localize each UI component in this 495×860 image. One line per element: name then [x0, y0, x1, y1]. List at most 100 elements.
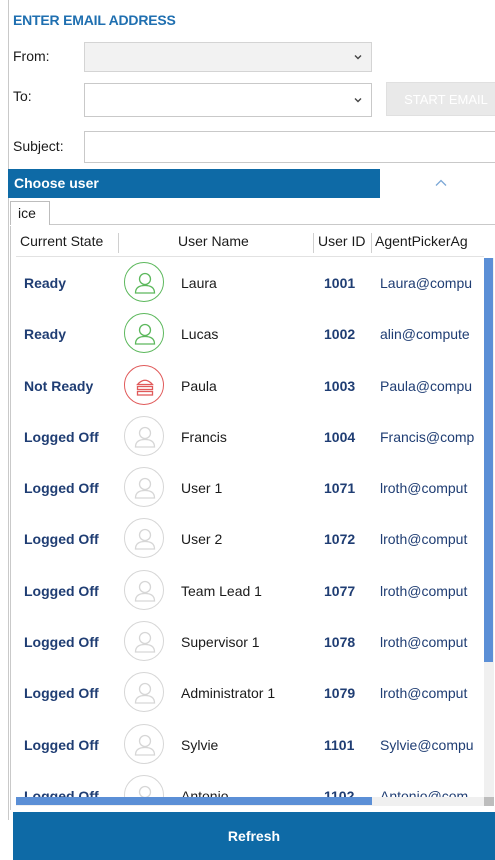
cell-user-id: 1072: [324, 531, 356, 548]
to-label: To:: [13, 88, 32, 104]
from-label: From:: [13, 48, 50, 64]
cell-user-name: Team Lead 1: [181, 582, 262, 599]
cell-current-state: Ready: [24, 326, 67, 343]
user-icon: [134, 272, 156, 294]
user-icon: [134, 631, 156, 653]
table-row[interactable]: Logged Off User 2 1072 lroth@comput: [16, 514, 484, 565]
avatar: [124, 415, 164, 456]
header-divider: [16, 256, 484, 257]
column-separator[interactable]: [371, 233, 372, 253]
cell-current-state: Logged Off: [24, 685, 99, 702]
cell-user-name: User 1: [181, 480, 223, 497]
horizontal-scroll-thumb[interactable]: [16, 797, 372, 805]
to-select[interactable]: [84, 83, 372, 117]
table-row[interactable]: Logged Off Team Lead 1 1077 lroth@comput: [16, 566, 484, 617]
tab-divider: [50, 224, 495, 225]
table-row[interactable]: Logged Off User 1 1071 lroth@comput: [16, 463, 484, 514]
vertical-scroll-thumb[interactable]: [484, 258, 493, 662]
cell-current-state: Logged Off: [24, 634, 99, 651]
user-icon: [134, 580, 156, 602]
cell-agent-email: alin@compute: [380, 326, 470, 343]
cell-user-name: Supervisor 1: [181, 634, 260, 651]
cell-user-name: Laura: [181, 275, 217, 291]
cell-agent-email: Laura@compu: [380, 275, 473, 291]
cell-current-state: Not Ready: [24, 377, 94, 394]
table-row[interactable]: Logged Off Antonio 1102 Antonio@com: [16, 771, 484, 798]
cell-user-id: 1004: [324, 428, 356, 445]
grid-body: Ready Laura 1001 Laura@compu Ready Lucas 1002 a…: [16, 258, 484, 798]
start-email-button[interactable]: START EMAIL: [386, 82, 495, 116]
cell-user-name: User 2: [181, 531, 223, 548]
table-row[interactable]: Ready Lucas 1002 alin@compute: [16, 309, 484, 360]
cell-agent-email: Paula@compu: [380, 377, 473, 394]
panel-left-border: [8, 0, 9, 820]
table-row[interactable]: Logged Off Francis 1004 Francis@comp: [16, 412, 484, 463]
cell-current-state: Logged Off: [24, 582, 99, 599]
user-icon: [134, 734, 156, 756]
cell-current-state: Logged Off: [24, 428, 99, 445]
column-separator[interactable]: [118, 233, 119, 253]
chevron-down-icon: [354, 98, 362, 103]
cell-user-id: 1071: [324, 480, 356, 497]
subject-label: Subject:: [13, 138, 64, 154]
user-icon: [134, 683, 156, 705]
chevron-up-icon[interactable]: [434, 178, 448, 187]
cell-agent-email: lroth@comput: [380, 582, 468, 599]
cell-agent-email: Sylvie@compu: [380, 736, 474, 753]
table-row[interactable]: Logged Off Administrator 1 1079 lroth@compu…: [16, 668, 484, 719]
cell-agent-email: lroth@comput: [380, 480, 468, 497]
avatar: [124, 774, 164, 798]
page-title: ENTER EMAIL ADDRESS: [13, 12, 176, 28]
cell-current-state: Logged Off: [24, 480, 99, 497]
scroll-corner: [484, 797, 494, 806]
avatar: [124, 313, 164, 354]
avatar: [124, 569, 164, 610]
cell-user-id: 1001: [324, 275, 356, 291]
cell-current-state: Logged Off: [24, 531, 99, 548]
cell-user-id: 1002: [324, 326, 356, 343]
from-select[interactable]: [84, 42, 372, 72]
table-row[interactable]: Ready Laura 1001 Laura@compu: [16, 258, 484, 309]
table-row[interactable]: Not Ready Paula 1003 Paula@compu: [16, 361, 484, 412]
subject-input[interactable]: [84, 131, 495, 163]
user-icon: [134, 478, 156, 499]
column-header-agentpicker[interactable]: AgentPickerAg: [375, 233, 485, 249]
user-icon: [138, 785, 152, 798]
cell-agent-email: lroth@comput: [380, 634, 468, 651]
user-icon: [134, 529, 156, 551]
cell-user-id: 1003: [324, 377, 356, 394]
avatar: [124, 723, 164, 764]
user-icon: [134, 426, 156, 448]
avatar: [124, 262, 164, 302]
cell-agent-email: lroth@comput: [380, 531, 468, 548]
cell-agent-email: lroth@comput: [380, 685, 468, 702]
cell-user-name: Francis: [181, 428, 227, 445]
column-header-id[interactable]: User ID: [318, 233, 365, 249]
column-header-state[interactable]: Current State: [20, 233, 103, 249]
coffee-icon: [136, 379, 154, 396]
avatar: [124, 518, 164, 559]
avatar: [124, 364, 164, 405]
cell-user-id: 1077: [324, 582, 356, 599]
user-icon: [134, 324, 156, 345]
table-row[interactable]: Logged Off Supervisor 1 1078 lroth@comput: [16, 617, 484, 668]
column-header-name[interactable]: User Name: [178, 233, 249, 249]
avatar: [124, 621, 164, 662]
refresh-button[interactable]: Refresh: [13, 812, 495, 860]
tab-ice[interactable]: ice: [10, 201, 50, 225]
cell-user-name: Paula: [181, 377, 217, 394]
table-row[interactable]: Logged Off Sylvie 1101 Sylvie@compu: [16, 720, 484, 771]
cell-user-id: 1101: [324, 736, 355, 753]
column-separator[interactable]: [313, 233, 314, 253]
cell-user-id: 1079: [324, 685, 356, 702]
cell-agent-email: Francis@comp: [380, 428, 475, 445]
chevron-down-icon: [354, 55, 362, 60]
cell-user-name: Sylvie: [181, 736, 219, 753]
avatar: [124, 672, 164, 713]
cell-user-name: Administrator 1: [181, 685, 276, 702]
cell-user-name: Lucas: [181, 326, 219, 343]
choose-user-bar: Choose user: [8, 169, 380, 198]
cell-current-state: Ready: [24, 275, 67, 291]
cell-user-id: 1078: [324, 634, 356, 651]
avatar: [124, 467, 164, 508]
